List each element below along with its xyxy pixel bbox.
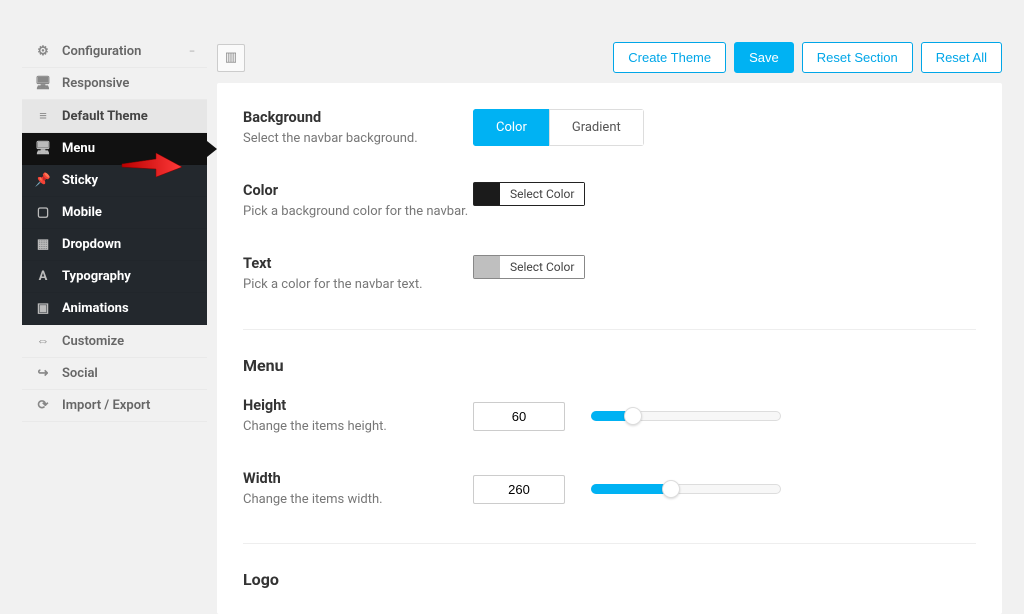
sidebar-item-label: Default Theme (62, 109, 195, 124)
share-icon: ↪ (34, 366, 52, 381)
sidebar-item-label: Responsive (62, 76, 195, 91)
sidebar-item-label: Sticky (62, 173, 195, 188)
sidebar-item-label: Dropdown (62, 237, 195, 252)
sidebar-item-label: Mobile (62, 205, 195, 220)
color-picker-text[interactable]: Select Color (473, 255, 585, 279)
background-setting: Background Select the navbar background.… (243, 109, 976, 148)
setting-desc: Change the items height. (243, 418, 473, 436)
desktop-icon: 🖥 (34, 76, 52, 91)
slider-thumb[interactable] (624, 407, 642, 425)
height-slider[interactable] (591, 407, 781, 425)
settings-panel: Background Select the navbar background.… (217, 83, 1002, 614)
toggle-option-color[interactable]: Color (473, 109, 549, 146)
background-toggle: Color Gradient (473, 109, 644, 146)
sidebar-item-label: Configuration (62, 44, 189, 59)
sidebar-item-social[interactable]: ↪ Social (22, 358, 207, 390)
main-area: ▥ Create Theme Save Reset Section Reset … (217, 36, 1002, 614)
setting-desc: Select the navbar background. (243, 130, 473, 148)
slider-fill (591, 484, 671, 494)
section-title-logo: Logo (243, 570, 976, 589)
width-slider[interactable] (591, 480, 781, 498)
sidebar-item-menu[interactable]: 🖥 Menu (22, 133, 207, 165)
play-icon: ▣ (34, 301, 52, 316)
barcode-icon[interactable]: ▥ (217, 44, 245, 72)
minus-icon: − (189, 45, 195, 58)
sidebar-item-default-theme[interactable]: ≡ Default Theme (22, 100, 207, 133)
select-color-button[interactable]: Select Color (500, 256, 584, 278)
color-picker-bg[interactable]: Select Color (473, 182, 585, 206)
code-icon: ⇔ (34, 333, 52, 349)
create-theme-button[interactable]: Create Theme (613, 42, 726, 73)
height-input[interactable] (473, 402, 565, 431)
sidebar-item-label: Typography (62, 269, 195, 284)
color-setting: Color Pick a background color for the na… (243, 182, 976, 221)
mobile-icon: ▢ (34, 205, 52, 220)
topbar: ▥ Create Theme Save Reset Section Reset … (217, 36, 1002, 83)
setting-title: Width (243, 470, 473, 487)
setting-desc: Pick a color for the navbar text. (243, 276, 473, 294)
setting-title: Height (243, 397, 473, 414)
reset-section-button[interactable]: Reset Section (802, 42, 913, 73)
sidebar-item-typography[interactable]: A Typography (22, 261, 207, 293)
reset-all-button[interactable]: Reset All (921, 42, 1002, 73)
sidebar-item-label: Menu (62, 141, 195, 156)
setting-title: Color (243, 182, 473, 199)
sidebar-item-label: Animations (62, 301, 195, 316)
sidebar-item-label: Import / Export (62, 398, 195, 413)
font-icon: A (34, 269, 52, 284)
sidebar-item-animations[interactable]: ▣ Animations (22, 293, 207, 325)
text-setting: Text Pick a color for the navbar text. S… (243, 255, 976, 294)
pin-icon: 📌 (34, 173, 52, 188)
sidebar-item-sticky[interactable]: 📌 Sticky (22, 165, 207, 197)
sidebar-item-customize[interactable]: ⇔ Customize (22, 325, 207, 358)
sidebar-item-label: Customize (62, 334, 195, 349)
toggle-option-gradient[interactable]: Gradient (549, 109, 644, 146)
width-setting: Width Change the items width. (243, 470, 976, 509)
slider-thumb[interactable] (662, 480, 680, 498)
color-swatch (474, 256, 500, 278)
sidebar-item-dropdown[interactable]: ▦ Dropdown (22, 229, 207, 261)
divider (243, 543, 976, 544)
dropdown-icon: ▦ (34, 237, 52, 252)
sidebar-item-import-export[interactable]: ⟳ Import / Export (22, 390, 207, 422)
save-button[interactable]: Save (734, 42, 794, 73)
menu-icon: ≡ (34, 108, 52, 124)
setting-title: Text (243, 255, 473, 272)
setting-desc: Change the items width. (243, 491, 473, 509)
setting-title: Background (243, 109, 473, 126)
gear-icon: ⚙ (34, 44, 52, 59)
sidebar-item-configuration[interactable]: ⚙ Configuration − (22, 36, 207, 68)
setting-desc: Pick a background color for the navbar. (243, 203, 473, 221)
refresh-icon: ⟳ (34, 398, 52, 413)
sidebar-item-mobile[interactable]: ▢ Mobile (22, 197, 207, 229)
width-input[interactable] (473, 475, 565, 504)
divider (243, 329, 976, 330)
select-color-button[interactable]: Select Color (500, 183, 584, 205)
sidebar: ⚙ Configuration − 🖥 Responsive ≡ Default… (22, 36, 207, 614)
desktop-icon: 🖥 (34, 141, 52, 156)
height-setting: Height Change the items height. (243, 397, 976, 436)
section-title-menu: Menu (243, 356, 976, 375)
sidebar-item-label: Social (62, 366, 195, 381)
color-swatch (474, 183, 500, 205)
sidebar-item-responsive[interactable]: 🖥 Responsive (22, 68, 207, 100)
